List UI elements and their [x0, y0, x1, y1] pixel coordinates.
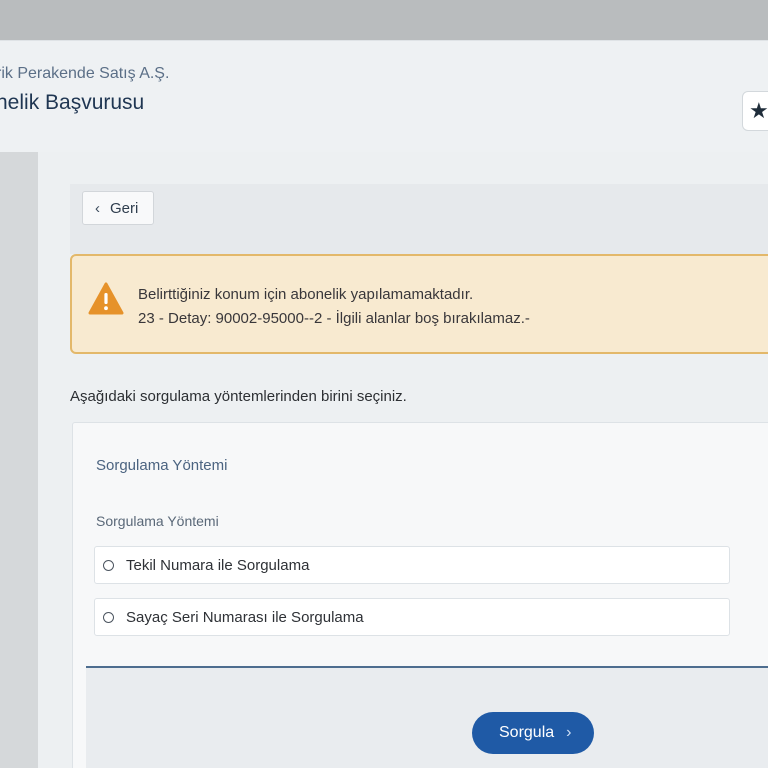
back-bar — [70, 184, 768, 254]
warning-alert: Belirttiğiniz konum için abonelik yapıla… — [70, 254, 768, 354]
radio-circle-icon[interactable] — [103, 611, 114, 623]
back-button-label: Geri — [110, 199, 139, 217]
form-footer — [86, 668, 768, 768]
card-title: Sorgulama Yöntemi — [96, 457, 228, 474]
query-method-label: Sorgulama Yöntemi — [96, 513, 219, 529]
instruction-text: Aşağıdaki sorgulama yöntemlerinden birin… — [70, 388, 407, 405]
back-button[interactable]: ‹ Geri — [82, 191, 154, 225]
warning-icon — [88, 282, 124, 315]
alert-detail: 23 - Detay: 90002-95000--2 - İlgili alan… — [138, 310, 530, 327]
star-icon: ★ — [749, 98, 768, 123]
chevron-left-icon: ‹ — [95, 199, 100, 217]
company-name: rik Perakende Satış A.Ş. — [0, 65, 170, 82]
radio-option-label: Tekil Numara ile Sorgulama — [126, 556, 310, 574]
favorite-button[interactable]: ★ — [742, 91, 768, 131]
query-submit-button[interactable]: Sorgula › — [472, 712, 594, 754]
page-title: nelik Başvurusu — [0, 91, 145, 114]
page-header: rik Perakende Satış A.Ş. nelik Başvurusu… — [0, 40, 768, 152]
radio-option-label: Sayaç Seri Numarası ile Sorgulama — [126, 608, 364, 626]
radio-option-single-number[interactable]: Tekil Numara ile Sorgulama — [94, 546, 730, 584]
chevron-right-icon: › — [566, 724, 572, 741]
submit-button-label: Sorgula — [499, 724, 555, 741]
radio-option-meter-serial[interactable]: Sayaç Seri Numarası ile Sorgulama — [94, 598, 730, 636]
radio-circle-icon[interactable] — [103, 559, 114, 571]
side-background — [0, 152, 38, 768]
alert-message: Belirttiğiniz konum için abonelik yapıla… — [138, 286, 474, 303]
